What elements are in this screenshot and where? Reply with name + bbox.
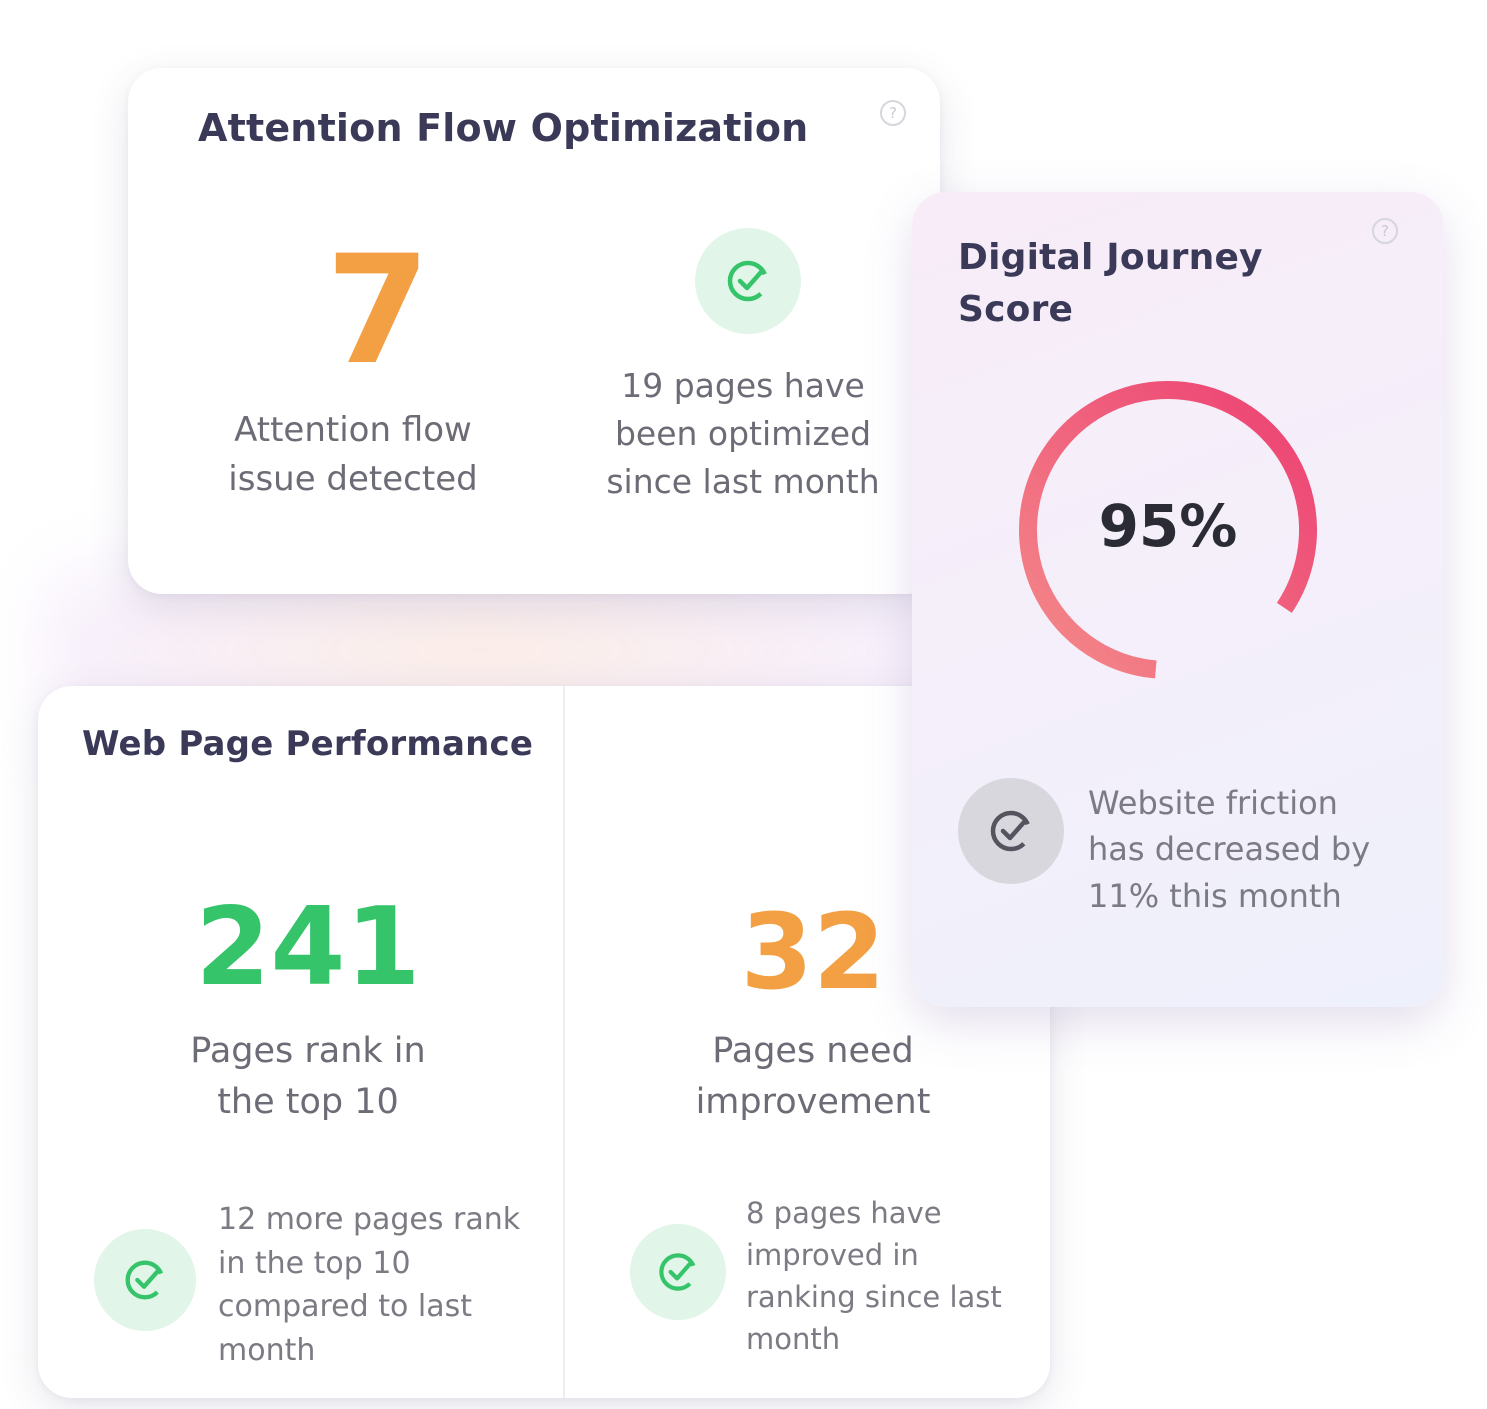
- optimized-pages-line: since last month: [606, 461, 880, 501]
- top10-pages-label: Pages rank in the top 10: [118, 1026, 498, 1128]
- attention-flow-title: Attention Flow Optimization: [198, 106, 809, 150]
- top10-pages-count: 241: [195, 885, 421, 1010]
- card-divider: [563, 686, 565, 1398]
- improvement-pages-note-line: improved in: [746, 1238, 919, 1273]
- improvement-pages-note-line: 8 pages have: [746, 1196, 942, 1230]
- digital-journey-title: Digital Journey Score: [958, 232, 1263, 336]
- top10-pages-label-line: Pages rank in: [190, 1031, 426, 1071]
- friction-note: Website friction has decreased by 11% th…: [1088, 780, 1428, 919]
- improvement-pages-label-line: improvement: [695, 1081, 931, 1122]
- improvement-pages-label-line: Pages need: [712, 1031, 914, 1071]
- digital-journey-card: Digital Journey Score ? 95% Website fric…: [912, 192, 1444, 1007]
- improvement-pages-note-line: month: [746, 1322, 841, 1357]
- check-circle-icon: [94, 1229, 196, 1331]
- friction-note-line: Website friction: [1088, 784, 1338, 822]
- attention-issue-label-line: Attention flow: [234, 410, 472, 450]
- web-page-performance-title: Web Page Performance: [82, 724, 534, 764]
- friction-note-line: 11% this month: [1088, 876, 1342, 915]
- attention-flow-card: Attention Flow Optimization ? 7 Attentio…: [128, 68, 940, 594]
- improvement-pages-note-line: ranking since last: [746, 1280, 1002, 1315]
- optimized-pages-line: been optimized: [614, 413, 872, 453]
- optimized-pages-line: 19 pages have: [621, 366, 865, 405]
- digital-journey-title-line: Score: [958, 289, 1074, 331]
- optimized-pages-label: 19 pages have been optimized since last …: [578, 362, 908, 506]
- attention-issue-label-line: issue detected: [228, 459, 478, 500]
- top10-pages-note-line: compared to last: [218, 1289, 472, 1324]
- check-circle-icon: [727, 260, 769, 302]
- check-circle-icon: [630, 1224, 726, 1320]
- top10-pages-label-line: the top 10: [217, 1081, 399, 1122]
- check-circle-icon: [990, 810, 1032, 852]
- web-page-performance-card: Web Page Performance 241 Pages rank in t…: [38, 686, 1050, 1398]
- top10-pages-note-line: month: [218, 1332, 316, 1368]
- attention-issue-label: Attention flow issue detected: [188, 406, 518, 505]
- check-circle-icon: [958, 778, 1064, 884]
- check-circle-icon: [695, 228, 801, 334]
- digital-journey-title-line: Digital Journey: [958, 237, 1263, 278]
- improvement-pages-note: 8 pages have improved in ranking since l…: [746, 1192, 1036, 1360]
- top10-pages-note-line: in the top 10: [218, 1245, 411, 1281]
- score-value: 95%: [1098, 492, 1238, 560]
- friction-note-line: has decreased by: [1088, 830, 1371, 869]
- improvement-pages-label: Pages need improvement: [618, 1026, 1008, 1128]
- check-circle-icon: [659, 1253, 697, 1291]
- help-icon[interactable]: ?: [1372, 218, 1398, 244]
- help-icon[interactable]: ?: [880, 100, 906, 126]
- attention-issue-count: 7: [325, 224, 431, 398]
- top10-pages-note: 12 more pages rank in the top 10 compare…: [218, 1198, 548, 1372]
- check-circle-icon: [125, 1260, 165, 1300]
- top10-pages-note-line: 12 more pages rank: [218, 1202, 521, 1237]
